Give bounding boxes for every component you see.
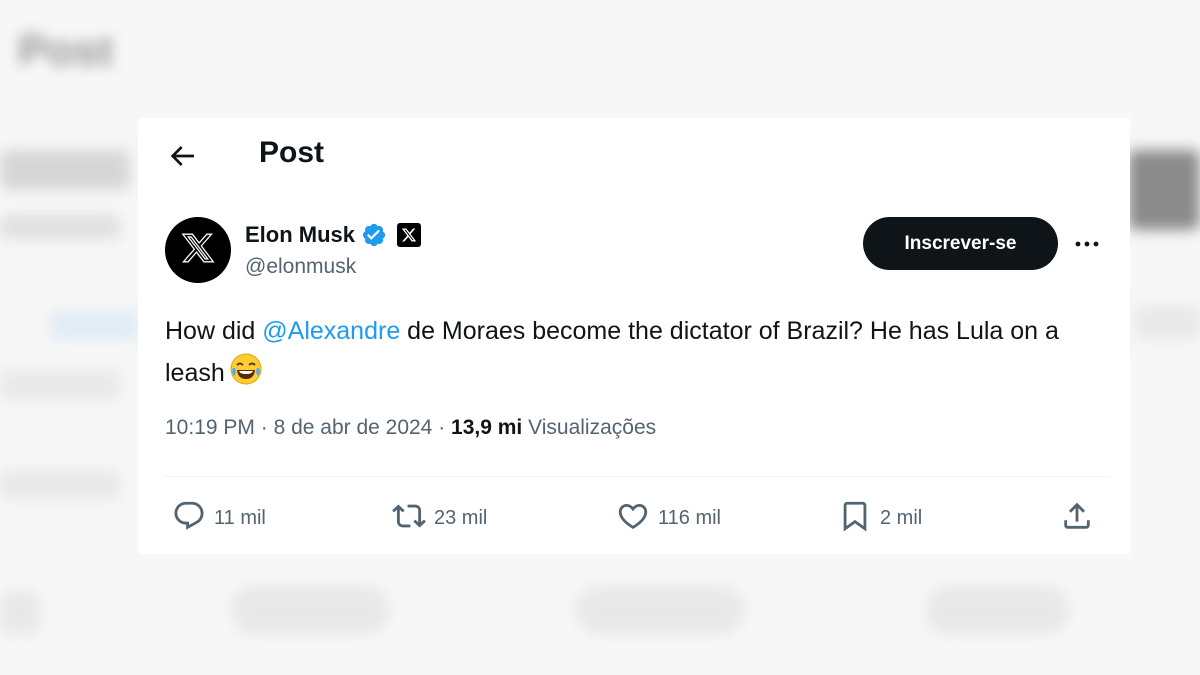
post-metadata: 10:19 PM · 8 de abr de 2024 · 13,9 mi Vi… <box>165 416 656 440</box>
divider <box>165 476 1110 477</box>
back-arrow-icon[interactable] <box>166 140 198 172</box>
views-label: Visualizações <box>522 416 657 439</box>
blurred-page-title: Post <box>18 26 114 75</box>
bookmark-button[interactable]: 2 mil <box>838 494 922 542</box>
post-text-prefix: How did <box>165 317 263 345</box>
author-display-name[interactable]: Elon Musk <box>245 222 355 248</box>
blurred-block <box>925 585 1070 635</box>
verified-badge-icon[interactable] <box>361 222 387 248</box>
post-header: Post <box>138 118 1130 190</box>
reply-count: 11 mil <box>214 506 266 529</box>
blurred-block <box>575 585 745 635</box>
page-title: Post <box>259 136 325 169</box>
blurred-block <box>0 590 40 635</box>
views-count: 13,9 mi <box>451 416 523 439</box>
blurred-block <box>0 150 130 190</box>
post-text: How did @Alexandre de Moraes become the … <box>165 310 1085 394</box>
avatar[interactable] <box>165 217 231 283</box>
author-name-row: Elon Musk <box>245 218 422 252</box>
x-logo-icon <box>181 231 215 270</box>
share-button[interactable] <box>1060 494 1094 542</box>
laughing-emoji-icon <box>229 352 263 386</box>
author-handle[interactable]: @elonmusk <box>245 255 356 279</box>
bookmark-icon <box>838 499 872 538</box>
repost-button[interactable]: 23 mil <box>392 494 487 542</box>
like-button[interactable]: 116 mil <box>616 494 721 542</box>
share-icon <box>1060 499 1094 538</box>
blurred-block <box>50 310 140 340</box>
x-affiliate-icon[interactable] <box>397 223 422 247</box>
repost-count: 23 mil <box>434 506 488 529</box>
bookmark-count: 2 mil <box>880 506 923 529</box>
repost-icon <box>392 499 426 538</box>
subscribe-button[interactable]: Inscrever-se <box>863 217 1058 270</box>
mention-link[interactable]: @Alexandre <box>262 317 400 345</box>
like-icon <box>616 499 650 538</box>
meta-separator: · <box>254 416 274 439</box>
blurred-block <box>0 470 120 500</box>
blurred-block <box>0 215 120 239</box>
blurred-block <box>0 370 120 400</box>
meta-separator: · <box>432 416 452 439</box>
post-card: Post Elon Musk @elonmusk Inscrever-se Ho… <box>138 118 1130 554</box>
blurred-block <box>1128 150 1200 230</box>
reply-icon <box>172 499 206 538</box>
reply-button[interactable]: 11 mil <box>172 494 266 542</box>
like-count: 116 mil <box>658 506 721 529</box>
post-date[interactable]: 8 de abr de 2024 <box>274 416 433 439</box>
post-time[interactable]: 10:19 PM <box>165 416 255 439</box>
action-bar: 11 mil 23 mil 116 mil 2 mil <box>138 494 1130 542</box>
more-icon[interactable] <box>1073 230 1101 258</box>
blurred-block <box>1135 305 1200 340</box>
blurred-block <box>230 585 390 635</box>
